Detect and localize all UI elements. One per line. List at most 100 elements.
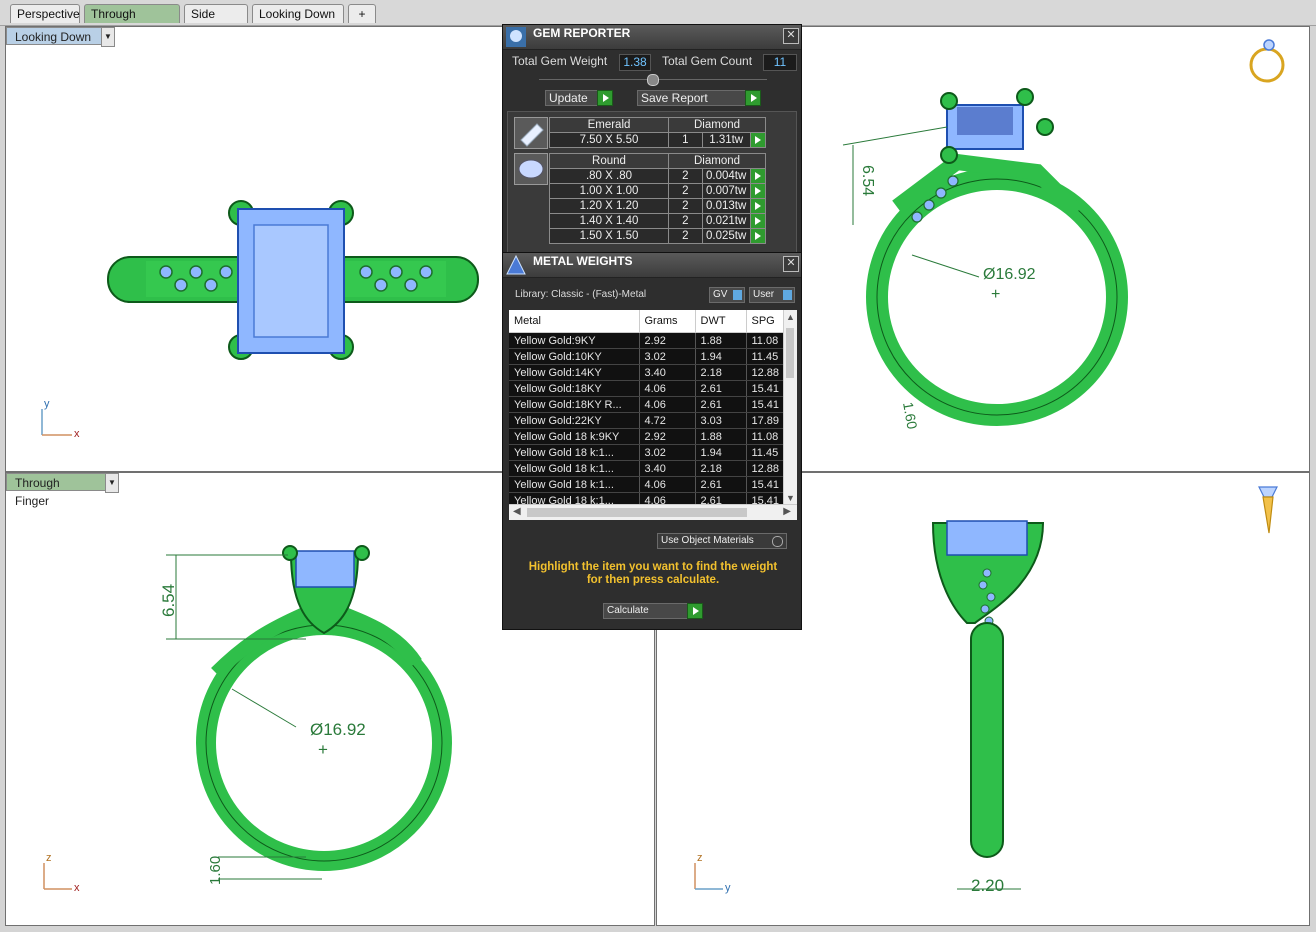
grams-value: 3.02 — [639, 348, 696, 365]
table-row[interactable]: Yellow Gold:18KY R... 4.06 2.61 15.41 — [509, 396, 785, 413]
table-row[interactable]: 1.00 X 1.00 2 0.007tw — [549, 183, 767, 199]
table-row[interactable]: Yellow Gold 18 k:1... 4.06 2.61 15.41 — [509, 476, 785, 493]
gem-reporter-panel: GEM REPORTER ✕ Total Gem Weight 1.38 Tot… — [502, 24, 802, 256]
tab-perspective[interactable]: Perspective — [10, 4, 80, 23]
gem-weight: 0.004tw — [701, 168, 751, 184]
table-row[interactable]: Yellow Gold:14KY 3.40 2.18 12.88 — [509, 364, 785, 381]
center-mark: + — [991, 286, 1000, 303]
dimension-shank: 1.60 — [900, 401, 921, 431]
gem-weight: 0.021tw — [701, 213, 751, 229]
spg-value: 17.89 — [746, 412, 785, 429]
gem-reporter-title: GEM REPORTER — [533, 26, 631, 40]
play-icon[interactable] — [749, 213, 767, 229]
table-row[interactable]: Yellow Gold:10KY 3.02 1.94 11.45 — [509, 348, 785, 365]
gem-size: 1.40 X 1.40 — [549, 213, 669, 229]
viewport-label-text: Looking Down — [15, 30, 92, 44]
total-gem-count-label: Total Gem Count — [662, 54, 753, 68]
gem-size: .80 X .80 — [549, 168, 669, 184]
gv-toggle[interactable]: GV — [709, 287, 745, 303]
dimension-diameter: Ø16.92 — [310, 720, 366, 739]
calculate-button[interactable]: Calculate — [603, 603, 703, 619]
chevron-down-icon[interactable]: ▼ — [786, 493, 795, 503]
toggle-icon — [733, 290, 742, 300]
vertical-scrollbar[interactable]: ▲ ▼ — [783, 310, 797, 505]
play-icon[interactable] — [749, 198, 767, 214]
chevron-down-icon[interactable]: ▼ — [105, 473, 119, 493]
use-object-materials-label: Use Object Materials — [661, 535, 754, 546]
save-report-button[interactable]: Save Report — [637, 90, 761, 106]
grams-value: 4.06 — [639, 476, 696, 493]
table-row[interactable]: 1.20 X 1.20 2 0.013tw — [549, 198, 767, 214]
chevron-down-icon[interactable]: ▼ — [101, 27, 115, 47]
chevron-left-icon[interactable]: ◀ — [513, 506, 521, 517]
emerald-gem-icon — [514, 117, 548, 149]
table-row[interactable]: Yellow Gold:22KY 4.72 3.03 17.89 — [509, 412, 785, 429]
spg-value: 15.41 — [746, 380, 785, 397]
column-header-grams[interactable]: Grams — [639, 310, 696, 333]
ring-icon[interactable] — [1249, 39, 1285, 83]
gem-weight: 0.025tw — [701, 228, 751, 244]
use-object-materials-toggle[interactable]: Use Object Materials — [657, 533, 787, 549]
dwt-value: 1.88 — [695, 428, 747, 445]
user-toggle[interactable]: User — [749, 287, 795, 303]
spg-value: 11.08 — [746, 428, 785, 445]
total-gem-weight-value: 1.38 — [619, 54, 651, 71]
table-row[interactable]: Yellow Gold 18 k:1... 3.40 2.18 12.88 — [509, 460, 785, 477]
axis-x-label: x — [74, 882, 80, 894]
calculate-hint: Highlight the item you want to find the … — [528, 561, 778, 586]
table-row[interactable]: Yellow Gold:9KY 2.92 1.88 11.08 — [509, 332, 785, 349]
scroll-thumb[interactable] — [527, 508, 747, 517]
table-row[interactable]: .80 X .80 2 0.004tw — [549, 168, 767, 184]
dwt-value: 2.18 — [695, 364, 747, 381]
spg-value: 11.08 — [746, 332, 785, 349]
gem-reporter-icon — [505, 26, 527, 48]
gem-weight: 0.007tw — [701, 183, 751, 199]
play-icon[interactable] — [749, 168, 767, 184]
update-button-label: Update — [549, 91, 588, 105]
table-row[interactable]: 1.50 X 1.50 2 0.025tw — [549, 228, 767, 244]
metal-weights-panel: METAL WEIGHTS ✕ Library: Classic - (Fast… — [502, 252, 802, 630]
column-header-dwt[interactable]: DWT — [695, 310, 747, 333]
dimension-shank: 1.60 — [207, 856, 224, 885]
chevron-right-icon[interactable]: ▶ — [783, 506, 791, 517]
dwt-value: 1.94 — [695, 444, 747, 461]
table-row[interactable]: Yellow Gold 18 k:9KY 2.92 1.88 11.08 — [509, 428, 785, 445]
dimension-height: 6.54 — [159, 584, 178, 617]
chevron-up-icon[interactable]: ▲ — [786, 312, 795, 322]
user-label: User — [753, 289, 775, 300]
metal-name: Yellow Gold:22KY — [509, 412, 640, 429]
total-gem-count-value: 11 — [763, 54, 797, 71]
viewport-label-looking-down[interactable]: Looking Down ▼ — [6, 27, 115, 47]
table-row[interactable]: 1.40 X 1.40 2 0.021tw — [549, 213, 767, 229]
tab-through-finger[interactable]: Through Finger — [84, 4, 180, 40]
grams-value: 2.92 — [639, 428, 696, 445]
center-mark: + — [318, 740, 328, 759]
horizontal-scrollbar[interactable]: ◀ ▶ — [509, 504, 797, 520]
tab-side-view[interactable]: Side View — [184, 4, 248, 40]
splitter-handle[interactable] — [647, 74, 659, 86]
scroll-thumb[interactable] — [786, 328, 794, 378]
play-icon — [745, 90, 761, 106]
grams-value: 3.40 — [639, 460, 696, 477]
table-row[interactable]: 7.50 X 5.50 1 1.31tw — [549, 132, 767, 148]
metal-name: Yellow Gold 18 k:9KY — [509, 428, 640, 445]
add-tab-button[interactable]: + — [348, 4, 376, 23]
ring-side-icon[interactable] — [1258, 486, 1278, 534]
column-header-spg[interactable]: SPG — [746, 310, 785, 333]
play-icon[interactable] — [749, 183, 767, 199]
column-header-metal[interactable]: Metal — [509, 310, 640, 333]
table-row[interactable]: Yellow Gold:18KY 4.06 2.61 15.41 — [509, 380, 785, 397]
grams-value: 3.40 — [639, 364, 696, 381]
tab-looking-down[interactable]: Looking Down — [252, 4, 344, 23]
metal-name: Yellow Gold:9KY — [509, 332, 640, 349]
close-icon[interactable]: ✕ — [783, 28, 799, 44]
gem-count: 2 — [668, 198, 703, 214]
play-icon[interactable] — [749, 132, 767, 148]
close-icon[interactable]: ✕ — [783, 256, 799, 272]
table-row[interactable]: Yellow Gold 18 k:1... 3.02 1.94 11.45 — [509, 444, 785, 461]
spg-value: 15.41 — [746, 396, 785, 413]
gem-group-round: Round Diamond .80 X .80 2 0.004tw 1.00 X 1.… — [549, 153, 767, 244]
viewport-label-through-finger[interactable]: Through Finger ▼ — [6, 473, 119, 508]
play-icon[interactable] — [749, 228, 767, 244]
update-button[interactable]: Update — [545, 90, 613, 106]
